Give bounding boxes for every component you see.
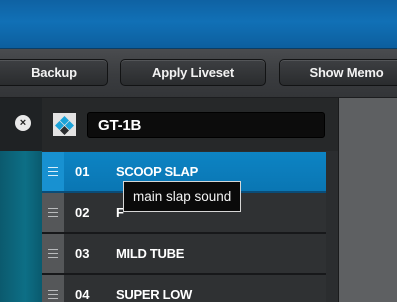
tone-name: MILD TUBE <box>116 246 185 261</box>
tone-number: 01 <box>75 164 90 179</box>
show-memo-button[interactable]: Show Memo <box>279 59 397 86</box>
drag-handle-icon[interactable] <box>42 275 64 302</box>
tone-name: SUPER LOW <box>116 287 193 302</box>
backup-button[interactable]: Backup <box>0 59 108 86</box>
right-panel <box>338 98 397 302</box>
liveset-color-strip <box>0 151 42 302</box>
tone-diamond-icon <box>53 113 76 136</box>
apply-liveset-button[interactable]: Apply Liveset <box>120 59 266 86</box>
left-strip: × <box>0 98 42 302</box>
drag-handle-icon[interactable] <box>42 234 64 273</box>
memo-tooltip: main slap sound <box>123 181 242 212</box>
tone-number: 02 <box>75 205 90 220</box>
drag-handle-icon[interactable] <box>42 193 64 232</box>
liveset-name-field[interactable]: GT-1B <box>87 112 325 138</box>
tone-row[interactable]: 03 MILD TUBE <box>42 234 326 275</box>
tone-number: 04 <box>75 287 90 302</box>
title-bar <box>0 0 397 49</box>
liveset-header: GT-1B <box>42 98 338 151</box>
drag-handle-icon[interactable] <box>42 152 64 191</box>
backup-button-label: Backup <box>31 65 77 80</box>
app-window: Backup Apply Liveset Show Memo × GT-1B 0… <box>0 0 397 302</box>
tone-list: 01 SCOOP SLAP 02 F 03 MILD TUBE 04 SUPER… <box>42 152 326 302</box>
tone-row[interactable]: 04 SUPER LOW <box>42 275 326 302</box>
close-icon[interactable]: × <box>15 115 31 131</box>
toolbar: Backup Apply Liveset Show Memo <box>0 49 397 98</box>
tone-number: 03 <box>75 246 90 261</box>
